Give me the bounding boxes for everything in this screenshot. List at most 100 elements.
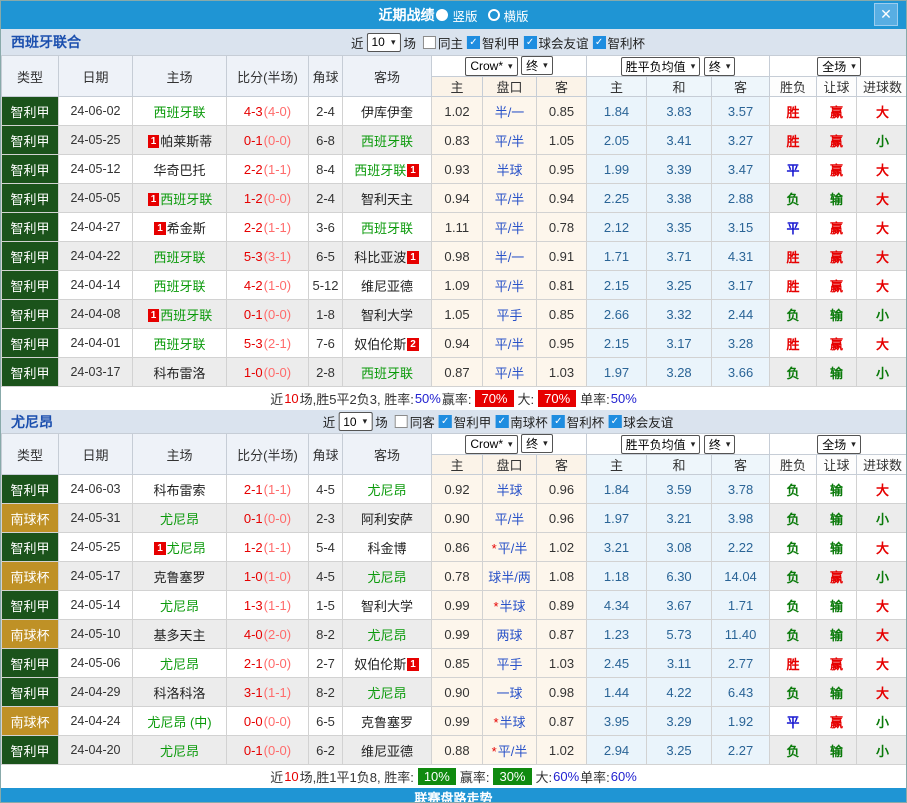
team-label: 科布雷索 [153, 483, 205, 498]
team-label: 克鲁塞罗 [153, 570, 205, 585]
team-label: 尤尼昂 [167, 541, 206, 556]
col-odds-handicap: 盘口 [483, 455, 537, 475]
radio-label: 竖版 [452, 6, 477, 25]
checkbox-icon: ✓ [524, 36, 537, 49]
filter-checkbox[interactable]: ✓智利杯 [552, 412, 605, 431]
col-avg-draw: 和 [647, 77, 712, 97]
filter-checkbox[interactable]: ✓南球杯 [495, 412, 548, 431]
avg-time-select[interactable]: 终▾ [704, 435, 736, 454]
scope-select[interactable]: 全场▾ [817, 57, 861, 76]
away-odds-cell: 0.89 [537, 591, 587, 620]
avg-draw-cell: 3.41 [647, 126, 712, 155]
home-team-cell: 1西班牙联 [133, 300, 227, 329]
odds-time-select[interactable]: 终▾ [521, 56, 553, 75]
filter-checkbox[interactable]: 同主 [423, 33, 463, 52]
away-odds-cell: 0.85 [537, 300, 587, 329]
checkbox-icon: ✓ [439, 415, 452, 428]
match-row: 智利甲24-05-051西班牙联1-2(0-0)2-4智利天主0.94平/半0.… [2, 184, 907, 213]
away-team-cell: 奴伯伦斯2 [343, 329, 432, 358]
filter-checkbox[interactable]: ✓球会友谊 [608, 412, 673, 431]
team-section-espanola: 西班牙联合 近 10 ▾ 场 同主✓智利甲✓球会友谊✓智利杯 类型 日期 [1, 29, 906, 410]
home-team-cell: 1希金斯 [133, 213, 227, 242]
chevron-down-icon: ▾ [363, 416, 368, 427]
red-number-badge: 1 [154, 542, 166, 555]
away-odds-cell: 1.03 [537, 358, 587, 387]
col-type: 类型 [2, 434, 59, 475]
filter-checkbox-group: 同主✓智利甲✓球会友谊✓智利杯 [419, 33, 645, 52]
matches-table: 类型 日期 主场 比分(半场) 角球 客场 Crow*▾ 终▾ 胜平负均值▾ 终… [1, 55, 907, 387]
avg-away-cell: 1.92 [712, 707, 770, 736]
odds-company-select[interactable]: Crow*▾ [465, 435, 517, 454]
avg-time-select[interactable]: 终▾ [704, 57, 736, 76]
fulltime-score: 0-1 [244, 743, 263, 758]
avg-odds-select[interactable]: 胜平负均值▾ [621, 435, 701, 454]
scope-select[interactable]: 全场▾ [817, 435, 861, 454]
handicap-result-cell: 输 [817, 504, 857, 533]
panel-title: 近期战绩 [378, 5, 434, 25]
fulltime-score: 1-3 [244, 598, 263, 613]
red-number-badge: 1 [154, 222, 166, 235]
layout-radio-option[interactable]: 竖版 [436, 6, 477, 25]
match-count-select[interactable]: 10 ▾ [338, 412, 372, 431]
date-cell: 24-04-29 [59, 678, 133, 707]
chevron-down-icon: ▾ [691, 61, 696, 72]
match-row: 智利甲24-05-12华奇巴托2-2(1-1)8-4西班牙联10.93半球0.9… [2, 155, 907, 184]
match-row: 南球杯24-04-24尤尼昂 (中)0-0(0-0)6-5克鲁塞罗0.99*半球… [2, 707, 907, 736]
avg-draw-cell: 3.35 [647, 213, 712, 242]
goals-result-cell: 大 [857, 678, 907, 707]
score-cell: 1-0(1-0) [227, 562, 309, 591]
halftime-score: (1-1) [264, 162, 291, 177]
league-cell: 南球杯 [2, 504, 59, 533]
filter-checkbox[interactable]: ✓智利杯 [593, 33, 646, 52]
away-odds-cell: 0.87 [537, 707, 587, 736]
corner-cell: 8-2 [309, 678, 343, 707]
match-row: 智利甲24-04-22西班牙联5-3(3-1)6-5科比亚波10.98半/一0.… [2, 242, 907, 271]
halftime-score: (4-0) [264, 104, 291, 119]
col-corner: 角球 [309, 56, 343, 97]
filter-checkbox[interactable]: ✓智利甲 [467, 33, 520, 52]
result-cell: 胜 [770, 271, 817, 300]
avg-draw-cell: 3.21 [647, 504, 712, 533]
layout-radio-option[interactable]: 横版 [488, 6, 529, 25]
home-team-cell: 尤尼昂 [133, 504, 227, 533]
checkbox-label: 同客 [410, 412, 435, 431]
filter-checkbox[interactable]: ✓智利甲 [439, 412, 492, 431]
result-cell: 平 [770, 213, 817, 242]
match-count-select[interactable]: 10 ▾ [366, 33, 400, 52]
result-cell: 胜 [770, 126, 817, 155]
away-team-cell: 科金博 [343, 533, 432, 562]
corner-cell: 2-3 [309, 504, 343, 533]
home-team-cell: 1西班牙联 [133, 184, 227, 213]
odds-company-select[interactable]: Crow*▾ [465, 57, 517, 76]
result-cell: 平 [770, 707, 817, 736]
match-row: 南球杯24-05-31尤尼昂0-1(0-0)2-3阿利安萨0.90平/半0.96… [2, 504, 907, 533]
filter-checkbox[interactable]: ✓球会友谊 [524, 33, 589, 52]
team-label: 尤尼昂 (中) [147, 715, 211, 730]
col-odds-away: 客 [537, 77, 587, 97]
avg-odds-select[interactable]: 胜平负均值▾ [621, 57, 701, 76]
close-button[interactable]: ✕ [874, 3, 898, 26]
halftime-score: (1-1) [264, 598, 291, 613]
score-cell: 1-2(0-0) [227, 184, 309, 213]
goals-result-cell: 大 [857, 649, 907, 678]
away-team-cell: 科比亚波1 [343, 242, 432, 271]
team-label: 维尼亚德 [361, 744, 413, 759]
red-number-badge: 1 [407, 658, 419, 671]
team-label: 尤尼昂 [367, 483, 406, 498]
avg-home-cell: 2.15 [587, 329, 647, 358]
home-odds-cell: 0.78 [432, 562, 483, 591]
home-team-cell: 西班牙联 [133, 97, 227, 126]
away-team-cell: 西班牙联 [343, 213, 432, 242]
team-label: 尤尼昂 [160, 657, 199, 672]
halftime-score: (2-0) [264, 627, 291, 642]
avg-away-cell: 6.43 [712, 678, 770, 707]
filter-checkbox[interactable]: 同客 [395, 412, 435, 431]
handicap-result-cell: 输 [817, 591, 857, 620]
odds-time-select[interactable]: 终▾ [521, 434, 553, 453]
fulltime-score: 0-0 [244, 714, 263, 729]
away-odds-cell: 1.02 [537, 533, 587, 562]
away-odds-cell: 0.91 [537, 242, 587, 271]
star-mark: * [492, 541, 497, 556]
recent-results-panel: 近期战绩 竖版横版 ✕ 西班牙联合 近 10 ▾ 场 同主✓智利甲✓球会友谊✓智… [0, 0, 907, 803]
home-odds-cell: 0.83 [432, 126, 483, 155]
